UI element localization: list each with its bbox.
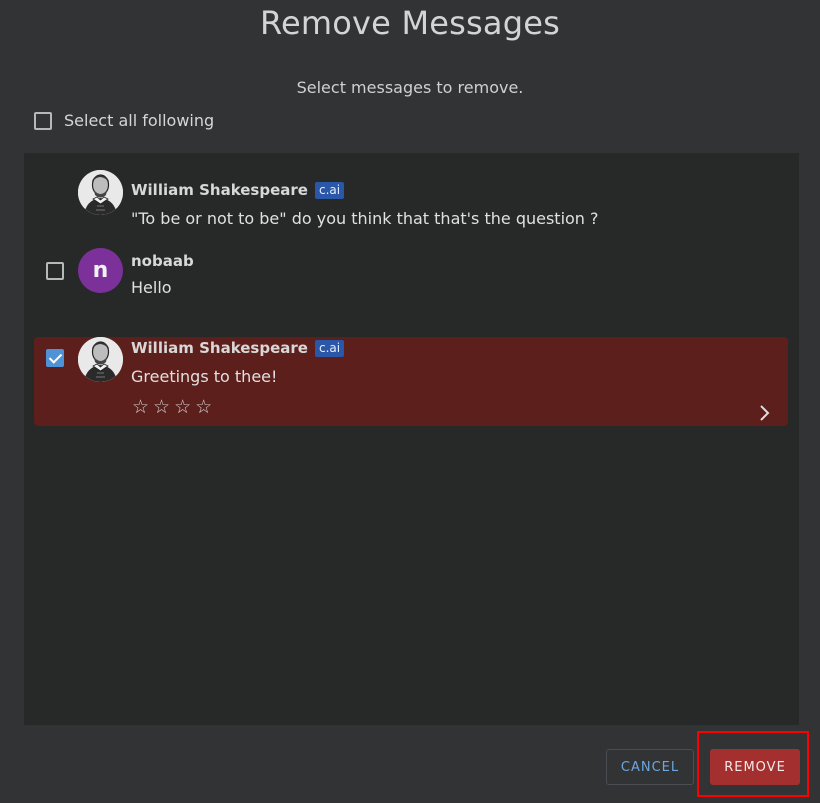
cancel-button[interactable]: CANCEL [606,749,694,785]
chevron-right-icon[interactable] [758,403,770,428]
shakespeare-portrait-icon [78,337,123,382]
avatar [78,337,123,382]
select-all-checkbox-box[interactable] [34,111,52,130]
message-item[interactable]: n nobaab Hello [34,245,788,305]
message-list[interactable]: William Shakespeare c.ai "To be or not t… [24,153,799,725]
shakespeare-portrait-icon [78,170,123,215]
message-checkbox-checked[interactable] [46,349,64,367]
select-all-label: Select all following [64,111,215,130]
message-item-selected[interactable]: William Shakespeare c.ai Greetings to th… [34,337,788,426]
message-text: "To be or not to be" do you think that t… [131,209,599,228]
avatar-letter: n [92,258,109,283]
avatar: n [78,248,123,293]
message-checkbox[interactable] [46,262,64,280]
message-text: Hello [131,278,172,297]
remove-button[interactable]: REMOVE [710,749,800,785]
character-ai-badge: c.ai [314,339,345,357]
author-name: William Shakespeare [131,339,308,357]
character-ai-badge: c.ai [314,181,345,199]
message-item: William Shakespeare c.ai "To be or not t… [34,163,788,228]
select-all-following-checkbox[interactable]: Select all following [34,111,214,130]
rating-stars[interactable]: ☆☆☆☆ [132,396,216,418]
dialog-title: Remove Messages [260,4,560,42]
author-name: William Shakespeare [131,181,308,199]
author-name: nobaab [131,252,194,270]
dialog-subtitle: Select messages to remove. [296,78,524,97]
message-text: Greetings to thee! [131,367,278,386]
avatar [78,170,123,215]
